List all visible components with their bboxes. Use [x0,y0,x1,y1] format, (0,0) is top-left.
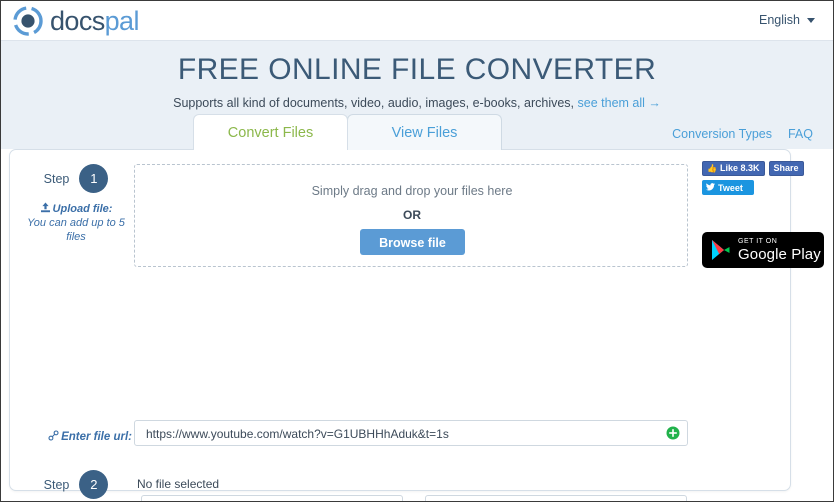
upload-file-hint: You can add up to 5 files [27,217,125,243]
twitter-bird-glyph [706,182,715,190]
logo-wordmark: docspal [50,6,139,36]
step-2-word: Step [43,477,70,492]
step-1-heading: Step 1 [20,164,132,193]
add-url-icon[interactable] [666,426,680,440]
upload-file-label-line[interactable]: Upload file: [20,202,132,216]
logo-word-docs: docs [50,6,105,36]
nav-conversion-types[interactable]: Conversion Types [672,127,772,141]
page-title: FREE ONLINE FILE CONVERTER [177,53,657,86]
converter-panel: Step 1 Upload file: You can add up to 5 … [9,149,791,501]
browse-file-button[interactable]: Browse file [360,229,465,255]
no-file-selected-text: No file selected [137,477,220,491]
upload-file-label: Upload file: [52,203,113,215]
social-rail: 👍 Like 8.3K Share Tweet GET IT ON Google … [702,161,830,268]
file-url-input[interactable] [144,421,658,447]
nav-faq[interactable]: FAQ [788,127,813,141]
enter-file-url-label: Enter file url: [20,430,132,443]
target-format-select[interactable]: WAV - Waveform Audio File Format [425,495,687,501]
tab-convert-files[interactable]: Convert Files [193,114,348,150]
upload-icon [40,202,50,213]
twitter-tweet-label: Tweet [718,182,743,193]
enter-file-url-label-text: Enter file url: [61,431,132,443]
hero-subtitle: Supports all kind of documents, video, a… [1,96,833,110]
upload-file-note: Upload file: You can add up to 5 files [20,202,132,244]
dropzone-instruction: Simply drag and drop your files here [311,184,513,198]
logo-word-pal: pal [104,6,140,36]
link-icon [48,430,59,441]
file-url-field[interactable] [134,420,688,447]
step-1-gutter: Step 1 Upload file: You can add up to 5 … [20,164,132,244]
step-2-badge: 2 [79,470,109,499]
twitter-tweet-button[interactable]: Tweet [702,180,754,195]
chevron-down-icon [807,17,815,23]
see-them-all-link[interactable]: see them all → [578,96,661,110]
step-2-heading: Step 2 [20,470,132,499]
tab-bar: Convert Files View Files [193,114,502,150]
language-selector[interactable]: English [759,13,815,27]
google-play-get-it-on: GET IT ON [738,238,778,245]
twitter-bird-icon [706,182,715,193]
step-2-gutter: Step 2 [20,470,132,499]
step-1-word: Step [43,171,70,186]
dropzone-or-text: OR [403,208,421,222]
logo[interactable]: docspal [13,6,139,36]
step-1-badge: 1 [79,164,109,193]
hero-subtitle-text: Supports all kind of documents, video, a… [173,96,575,110]
docspal-logo-icon [13,6,43,36]
top-nav-links: Conversion Types FAQ [672,127,813,141]
google-play-icon [712,240,730,260]
tab-view-files[interactable]: View Files [347,114,502,150]
language-label: English [759,13,800,27]
facebook-button-row: 👍 Like 8.3K Share [702,161,830,176]
original-format-select[interactable]: ORIGINAL FORMAT: [141,495,403,501]
original-format-value: ORIGINAL FORMAT: [152,496,264,501]
google-play-name: Google Play [738,246,821,263]
facebook-like-label: Like 8.3K [719,163,760,173]
thumbs-up-icon: 👍 [707,164,717,173]
target-format-value: WAV - Waveform Audio File Format [436,496,624,501]
file-dropzone[interactable]: Simply drag and drop your files here OR … [134,164,688,267]
facebook-like-button[interactable]: 👍 Like 8.3K [702,161,765,176]
facebook-share-button[interactable]: Share [768,161,804,176]
browser-viewport: docspal English FREE ONLINE FILE CONVERT… [0,0,834,502]
site-header: docspal English [1,1,833,41]
google-play-badge[interactable]: GET IT ON Google Play [702,232,824,268]
google-play-text: GET IT ON Google Play [738,238,821,262]
